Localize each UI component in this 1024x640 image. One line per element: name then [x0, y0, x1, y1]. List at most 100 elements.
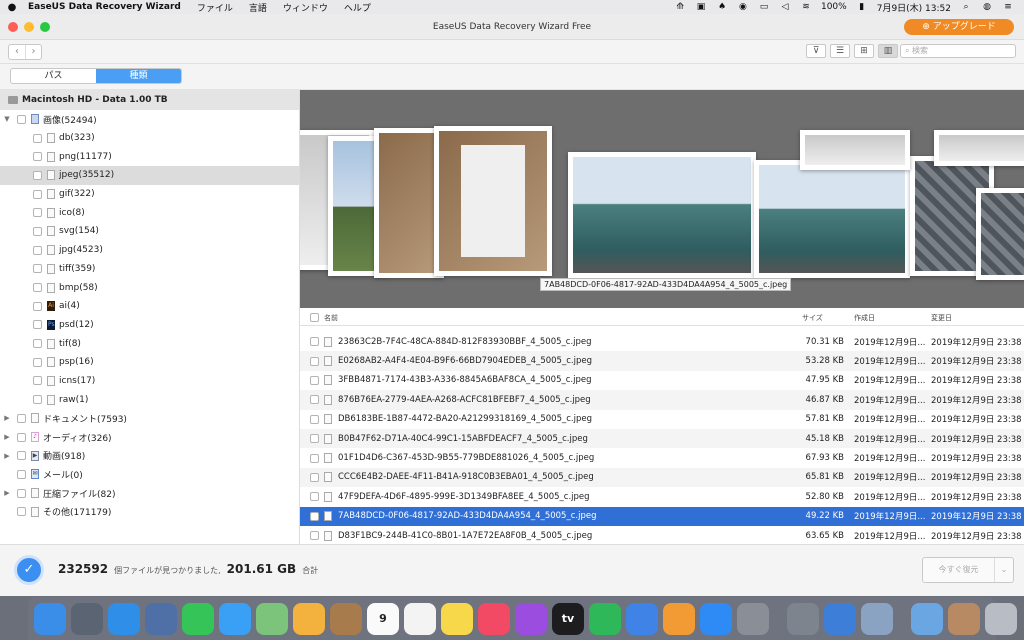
- tab-type[interactable]: 種類: [96, 69, 181, 83]
- drive-header[interactable]: Macintosh HD - Data 1.00 TB: [0, 90, 299, 110]
- sidebar-item[interactable]: ▶ ♪ オーディオ(326): [0, 428, 299, 447]
- tab-path[interactable]: パス: [11, 69, 96, 83]
- row-checkbox[interactable]: [310, 453, 319, 463]
- list-view-icon[interactable]: ☰: [830, 44, 850, 58]
- sidebar-item[interactable]: Ps psd(12): [0, 316, 299, 335]
- header-size[interactable]: サイズ: [798, 313, 850, 323]
- cover-thumbnail[interactable]: [754, 160, 910, 278]
- back-button[interactable]: ‹: [9, 45, 25, 59]
- finder-icon[interactable]: [34, 602, 66, 635]
- app-store-icon[interactable]: [700, 602, 732, 635]
- photos-icon[interactable]: [293, 602, 325, 635]
- cover-thumbnail[interactable]: [800, 130, 910, 170]
- close-window-button[interactable]: [8, 22, 18, 32]
- sidebar-item[interactable]: ✉ メール(0): [0, 465, 299, 484]
- wifi-icon[interactable]: ≋: [800, 2, 812, 12]
- filter-icon[interactable]: ⊽: [806, 44, 826, 58]
- system-preferences-icon[interactable]: [737, 602, 769, 635]
- row-checkbox[interactable]: [310, 531, 319, 541]
- table-row[interactable]: 876B76EA-2779-4AEA-A268-ACFC81BFEBF7_4_5…: [300, 390, 1024, 410]
- header-name[interactable]: 名前: [324, 313, 338, 323]
- table-row[interactable]: E0268AB2-A4F4-4E04-B9F6-66BD7904EDEB_4_5…: [300, 351, 1024, 371]
- spotlight-icon[interactable]: ⌕: [960, 2, 972, 12]
- sidebar-item[interactable]: gif(322): [0, 185, 299, 204]
- item-checkbox[interactable]: [33, 264, 42, 274]
- sidebar-item[interactable]: ▶ ▶ 動画(918): [0, 446, 299, 465]
- cover-thumbnail[interactable]: [434, 126, 552, 276]
- table-row[interactable]: 47F9DEFA-4D6F-4895-999E-3D1349BFA8EE_4_5…: [300, 487, 1024, 506]
- table-row[interactable]: CCC6E4B2-DAEE-4F11-B41A-918C0B3EBA01_4_5…: [300, 467, 1024, 488]
- script-editor-icon[interactable]: [787, 602, 819, 635]
- airdrop-icon[interactable]: ⟰: [674, 2, 686, 12]
- airplay-icon[interactable]: ▭: [758, 2, 770, 12]
- row-checkbox[interactable]: [310, 395, 319, 405]
- sidebar-item[interactable]: png(11177): [0, 147, 299, 166]
- item-checkbox[interactable]: [17, 469, 26, 479]
- row-checkbox[interactable]: [310, 337, 319, 347]
- cover-thumbnail-selected[interactable]: [568, 152, 756, 278]
- launchpad-icon[interactable]: [71, 602, 103, 635]
- header-modified[interactable]: 変更日: [927, 313, 1024, 323]
- sidebar-item[interactable]: psp(16): [0, 353, 299, 372]
- trash-icon[interactable]: [985, 602, 1017, 635]
- keynote-icon[interactable]: [626, 602, 658, 635]
- sidebar-item[interactable]: tif(8): [0, 334, 299, 353]
- item-checkbox[interactable]: [33, 208, 42, 218]
- safari-icon[interactable]: [108, 602, 140, 635]
- sidebar-item[interactable]: db(323): [0, 129, 299, 148]
- item-checkbox[interactable]: [33, 339, 42, 349]
- row-checkbox[interactable]: [310, 434, 319, 444]
- menu-help[interactable]: ヘルプ: [336, 1, 379, 14]
- facetime-icon[interactable]: [182, 602, 214, 635]
- item-checkbox[interactable]: [17, 413, 26, 423]
- item-checkbox[interactable]: [17, 451, 26, 461]
- item-checkbox[interactable]: [33, 376, 42, 386]
- table-row[interactable]: 23863C2B-7F4C-48CA-884D-812F83930BBF_4_5…: [300, 332, 1024, 351]
- table-row[interactable]: B0B47F62-D71A-40C4-99C1-15ABFDEACF7_4_50…: [300, 428, 1024, 449]
- sidebar-item[interactable]: ico(8): [0, 203, 299, 222]
- sidebar-item[interactable]: jpeg(35512): [0, 166, 299, 185]
- sidebar-item[interactable]: raw(1): [0, 390, 299, 409]
- cover-thumbnail[interactable]: [976, 188, 1024, 280]
- sidebar-item[interactable]: Ai ai(4): [0, 297, 299, 316]
- search-input[interactable]: ⌕ 検索: [900, 44, 1016, 58]
- upgrade-button[interactable]: ⊕ アップグレード: [904, 19, 1014, 35]
- item-checkbox[interactable]: [33, 189, 42, 199]
- clock[interactable]: 7月9日(木) 13:52: [877, 1, 951, 14]
- select-all-checkbox[interactable]: [310, 313, 319, 322]
- row-checkbox[interactable]: [310, 511, 319, 521]
- item-checkbox[interactable]: [33, 320, 42, 330]
- sidebar-item[interactable]: bmp(58): [0, 278, 299, 297]
- siri-icon[interactable]: ◍: [981, 2, 993, 12]
- tv-icon[interactable]: tv: [552, 602, 584, 635]
- cover-thumbnail[interactable]: [934, 130, 1024, 166]
- item-checkbox[interactable]: [33, 395, 42, 405]
- table-row[interactable]: D83F1BC9-244B-41C0-8B01-1A7E72EA8F0B_4_5…: [300, 526, 1024, 545]
- sidebar-item[interactable]: ▼ 画像(52494): [0, 110, 299, 129]
- preview-icon[interactable]: [861, 602, 893, 635]
- item-checkbox[interactable]: [17, 114, 26, 124]
- menu-app-name[interactable]: EaseUS Data Recovery Wizard: [24, 2, 189, 12]
- coverflow-view-icon[interactable]: ▥: [878, 44, 898, 58]
- row-checkbox[interactable]: [310, 356, 319, 366]
- sidebar-item[interactable]: その他(171179): [0, 502, 299, 521]
- item-checkbox[interactable]: [33, 245, 42, 255]
- control-center-icon[interactable]: ≡: [1002, 2, 1014, 12]
- sidebar-item[interactable]: ▶ 圧縮ファイル(82): [0, 484, 299, 503]
- grid-view-icon[interactable]: ⊞: [854, 44, 874, 58]
- easeus-icon[interactable]: [824, 602, 856, 635]
- table-row[interactable]: 01F1D4D6-C367-453D-9B55-779BDE881026_4_5…: [300, 448, 1024, 467]
- battery-icon[interactable]: ▮: [856, 2, 868, 12]
- maps-icon[interactable]: [256, 602, 288, 635]
- sidebar-item[interactable]: icns(17): [0, 372, 299, 391]
- item-checkbox[interactable]: [33, 152, 42, 162]
- disclosure-closed-icon[interactable]: ▶: [2, 433, 12, 441]
- menu-language[interactable]: 言語: [241, 1, 275, 14]
- recorder-icon[interactable]: ◉: [737, 2, 749, 12]
- sidebar-item[interactable]: ▶ ドキュメント(7593): [0, 409, 299, 428]
- reminders-icon[interactable]: [404, 602, 436, 635]
- notes-icon[interactable]: [441, 602, 473, 635]
- coverflow-preview[interactable]: 7AB48DCD-0F06-4817-92AD-433D4DA4A954_4_5…: [300, 90, 1024, 308]
- item-checkbox[interactable]: [17, 488, 26, 498]
- mute-icon[interactable]: ◁: [779, 2, 791, 12]
